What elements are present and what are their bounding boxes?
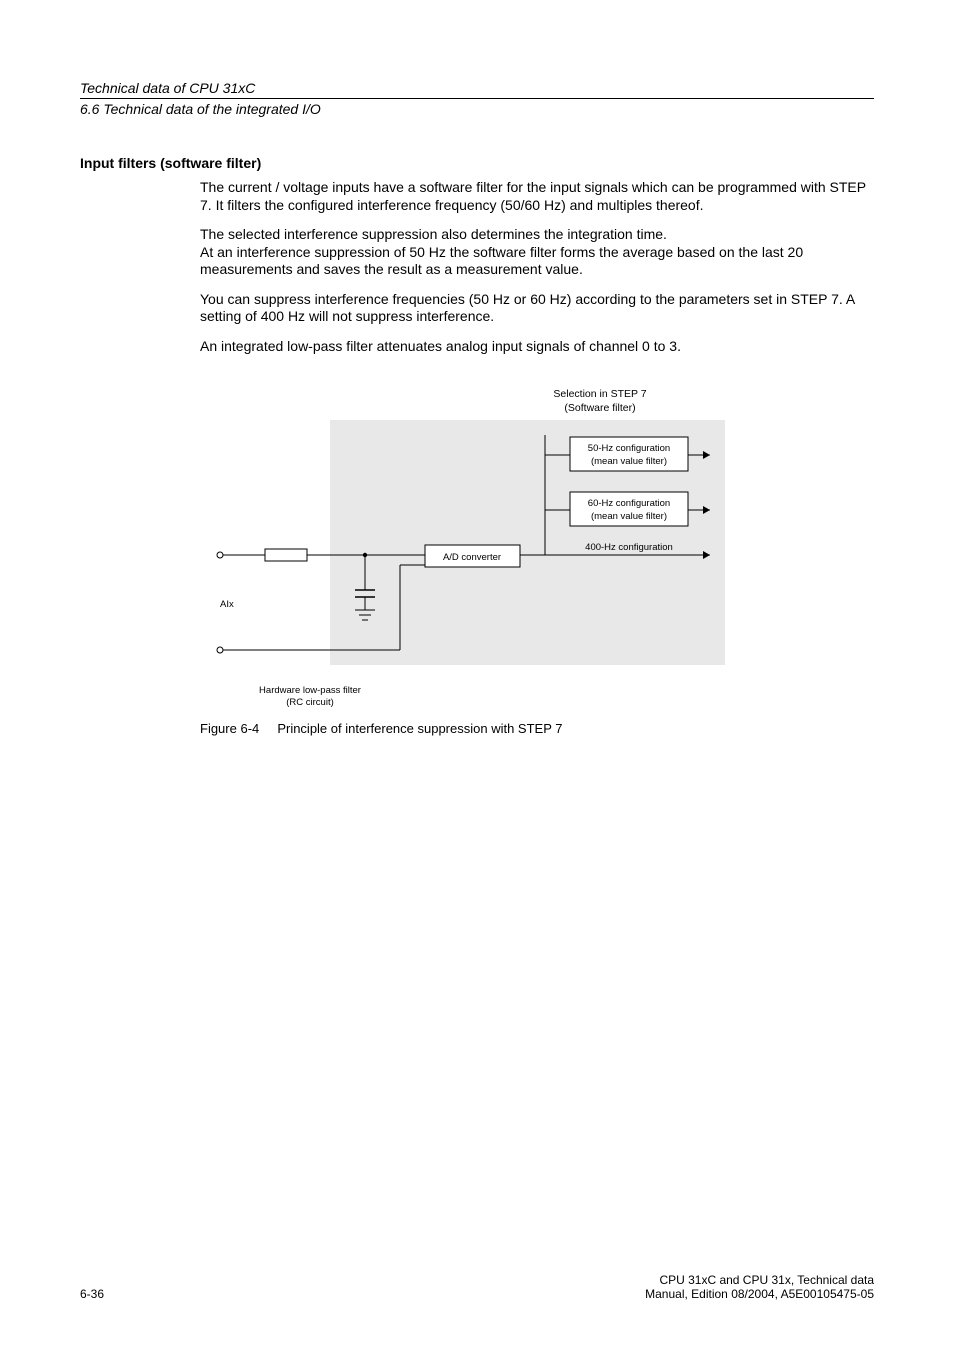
selection-title-line1: Selection in STEP 7	[553, 388, 646, 400]
terminal-top	[217, 552, 223, 558]
box-50hz-l1: 50-Hz configuration	[588, 443, 670, 454]
hw-filter-l2: (RC circuit)	[286, 697, 334, 708]
adc-label: A/D converter	[443, 552, 501, 563]
header-section: 6.6 Technical data of the integrated I/O	[80, 98, 874, 117]
figure-number: Figure 6-4	[200, 721, 259, 736]
paragraph-4: An integrated low-pass filter attenuates…	[200, 338, 874, 356]
page-number: 6-36	[80, 1287, 104, 1301]
section-heading: Input filters (software filter)	[80, 155, 874, 171]
ai-label: AIx	[220, 599, 234, 610]
paragraph-3: You can suppress interference frequencie…	[200, 291, 874, 326]
selection-title-line2: (Software filter)	[564, 402, 635, 414]
box-60hz-l2: (mean value filter)	[591, 511, 667, 522]
terminal-bottom	[217, 647, 223, 653]
resistor	[265, 549, 307, 561]
figure-diagram: Selection in STEP 7 (Software filter) 50…	[200, 375, 770, 715]
box-400hz-l1: 400-Hz configuration	[585, 542, 673, 553]
paragraph-2: The selected interference suppression al…	[200, 226, 874, 279]
hw-filter-l1: Hardware low-pass filter	[259, 685, 361, 696]
figure-caption-text: Principle of interference suppression wi…	[277, 721, 562, 736]
box-50hz-l2: (mean value filter)	[591, 456, 667, 467]
figure-caption: Figure 6-4 Principle of interference sup…	[200, 721, 874, 736]
paragraph-1: The current / voltage inputs have a soft…	[200, 179, 874, 214]
doc-info: Manual, Edition 08/2004, A5E00105475-05	[645, 1287, 874, 1301]
doc-title: CPU 31xC and CPU 31x, Technical data	[645, 1273, 874, 1287]
header-chapter: Technical data of CPU 31xC	[80, 80, 874, 96]
box-60hz-l1: 60-Hz configuration	[588, 498, 670, 509]
